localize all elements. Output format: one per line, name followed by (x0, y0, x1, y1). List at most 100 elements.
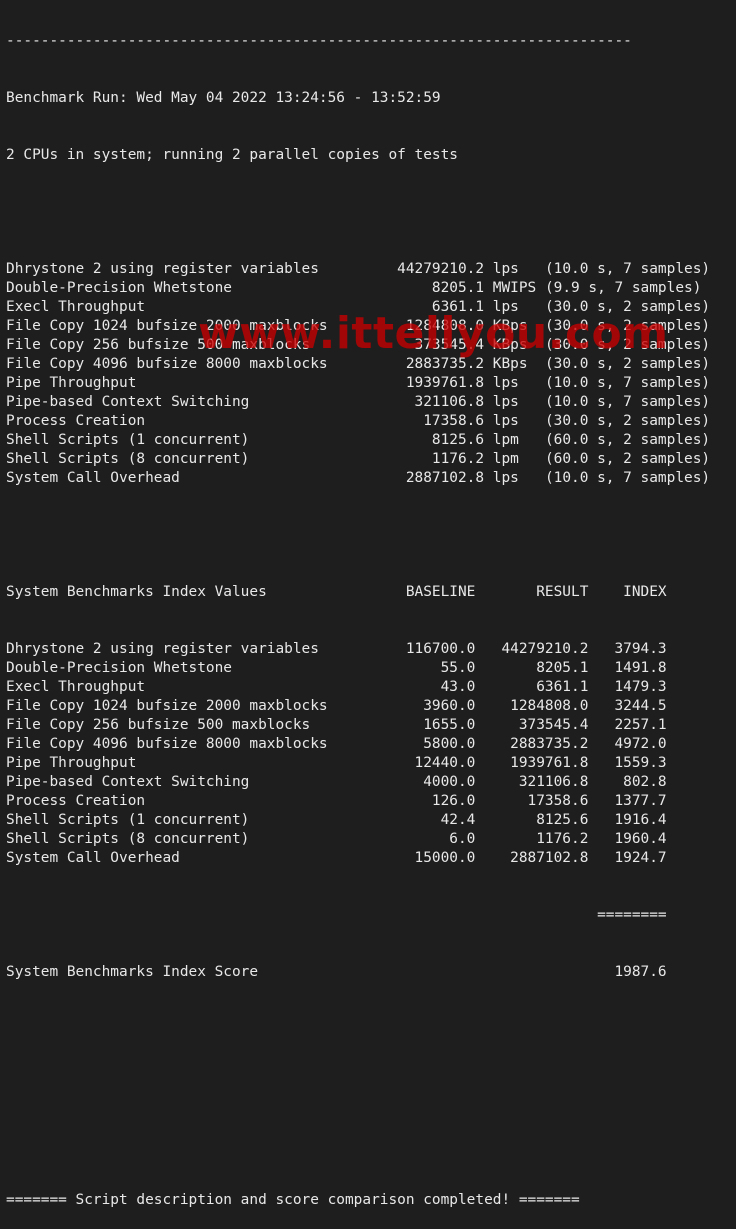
index-separator: ======== (6, 906, 710, 925)
index-row: File Copy 4096 bufsize 8000 maxblocks 58… (6, 735, 710, 754)
index-value: 1479.3 (588, 679, 667, 695)
raw-result-row: File Copy 256 bufsize 500 maxblocks 3735… (6, 336, 710, 355)
baseline-value: 4000.0 (353, 774, 476, 790)
cpu-info: 2 CPUs in system; running 2 parallel cop… (6, 147, 458, 163)
raw-result-row: System Call Overhead 2887102.8 lps (10.0… (6, 469, 710, 488)
test-name: Pipe-based Context Switching (6, 394, 380, 410)
baseline-value: 116700.0 (353, 641, 476, 657)
test-name: Dhrystone 2 using register variables (6, 641, 354, 657)
test-detail: (10.0 s, 7 samples) (544, 394, 711, 410)
result-value: 2887102.8 (475, 850, 589, 866)
test-detail: (30.0 s, 2 samples) (544, 337, 711, 353)
raw-result-row: File Copy 4096 bufsize 8000 maxblocks 28… (6, 355, 710, 374)
raw-result-row: Execl Throughput 6361.1 lps (30.0 s, 2 s… (6, 298, 710, 317)
baseline-value: 126.0 (353, 793, 476, 809)
test-name: Shell Scripts (8 concurrent) (6, 451, 380, 467)
index-row: Process Creation 126.0 17358.6 1377.7 (6, 792, 710, 811)
test-unit: KBps (484, 337, 545, 353)
test-detail: (30.0 s, 2 samples) (544, 413, 711, 429)
index-row: Double-Precision Whetstone 55.0 8205.1 1… (6, 659, 710, 678)
test-name: Shell Scripts (8 concurrent) (6, 831, 354, 847)
index-value: 2257.1 (588, 717, 667, 733)
test-unit: KBps (484, 356, 545, 372)
raw-result-row: Shell Scripts (1 concurrent) 8125.6 lpm … (6, 431, 710, 450)
baseline-value: 6.0 (353, 831, 476, 847)
index-row: File Copy 1024 bufsize 2000 maxblocks 39… (6, 697, 710, 716)
test-value: 44279210.2 (379, 261, 485, 277)
raw-result-row: Dhrystone 2 using register variables 442… (6, 260, 710, 279)
test-unit: MWIPS (484, 280, 545, 296)
index-row: Pipe Throughput 12440.0 1939761.8 1559.3 (6, 754, 710, 773)
test-value: 8125.6 (379, 432, 485, 448)
index-value: 3244.5 (588, 698, 667, 714)
run-header: Benchmark Run: Wed May 04 2022 13:24:56 … (6, 90, 441, 106)
index-values-table: Dhrystone 2 using register variables 116… (6, 640, 710, 868)
index-col-header: INDEX (588, 584, 667, 600)
test-value: 1939761.8 (379, 375, 485, 391)
test-name: Shell Scripts (1 concurrent) (6, 432, 380, 448)
result-value: 44279210.2 (475, 641, 589, 657)
index-value: 802.8 (588, 774, 667, 790)
index-separator-text: ======== (6, 907, 667, 923)
completion-footer: ======= Script description and score com… (6, 1192, 580, 1208)
test-name: File Copy 4096 bufsize 8000 maxblocks (6, 736, 354, 752)
test-value: 8205.1 (379, 280, 485, 296)
test-detail: (10.0 s, 7 samples) (544, 375, 711, 391)
test-value: 2883735.2 (379, 356, 485, 372)
raw-results-list: Dhrystone 2 using register variables 442… (6, 260, 710, 488)
result-value: 1939761.8 (475, 755, 589, 771)
test-value: 6361.1 (379, 299, 485, 315)
test-detail: (30.0 s, 2 samples) (544, 356, 711, 372)
test-value: 1176.2 (379, 451, 485, 467)
index-value: 1916.4 (588, 812, 667, 828)
baseline-value: 42.4 (353, 812, 476, 828)
test-unit: lps (484, 394, 545, 410)
baseline-value: 55.0 (353, 660, 476, 676)
test-name: Double-Precision Whetstone (6, 280, 380, 296)
test-unit: lps (484, 261, 545, 277)
test-detail: (60.0 s, 2 samples) (544, 451, 711, 467)
terminal-output: ----------------------------------------… (6, 0, 710, 1229)
test-name: Pipe Throughput (6, 755, 354, 771)
test-name: Process Creation (6, 413, 380, 429)
index-value: 1491.8 (588, 660, 667, 676)
test-name: Shell Scripts (1 concurrent) (6, 812, 354, 828)
result-header: RESULT (475, 584, 589, 600)
baseline-value: 12440.0 (353, 755, 476, 771)
test-value: 17358.6 (379, 413, 485, 429)
result-value: 8125.6 (475, 812, 589, 828)
index-header-row: System Benchmarks Index Values BASELINE … (6, 583, 710, 602)
test-unit: lps (484, 413, 545, 429)
test-name: File Copy 4096 bufsize 8000 maxblocks (6, 356, 380, 372)
test-detail: (9.9 s, 7 samples) (544, 280, 702, 296)
result-value: 8205.1 (475, 660, 589, 676)
result-value: 321106.8 (475, 774, 589, 790)
test-name: Process Creation (6, 793, 354, 809)
result-value: 1284808.0 (475, 698, 589, 714)
index-row: Pipe-based Context Switching 4000.0 3211… (6, 773, 710, 792)
index-row: System Call Overhead 15000.0 2887102.8 1… (6, 849, 710, 868)
score-value: 1987.6 (353, 964, 667, 980)
test-name: File Copy 256 bufsize 500 maxblocks (6, 337, 380, 353)
test-name: System Call Overhead (6, 470, 380, 486)
index-score-row: System Benchmarks Index Score 1987.6 (6, 963, 710, 982)
index-title: System Benchmarks Index Values (6, 584, 354, 600)
baseline-value: 3960.0 (353, 698, 476, 714)
raw-result-row: Pipe-based Context Switching 321106.8 lp… (6, 393, 710, 412)
baseline-value: 1655.0 (353, 717, 476, 733)
baseline-value: 43.0 (353, 679, 476, 695)
index-row: Shell Scripts (1 concurrent) 42.4 8125.6… (6, 811, 710, 830)
index-value: 1960.4 (588, 831, 667, 847)
test-value: 1284808.0 (379, 318, 485, 334)
test-value: 373545.4 (379, 337, 485, 353)
test-name: System Call Overhead (6, 850, 354, 866)
test-unit: lps (484, 299, 545, 315)
test-name: Execl Throughput (6, 299, 380, 315)
result-value: 2883735.2 (475, 736, 589, 752)
test-name: Execl Throughput (6, 679, 354, 695)
